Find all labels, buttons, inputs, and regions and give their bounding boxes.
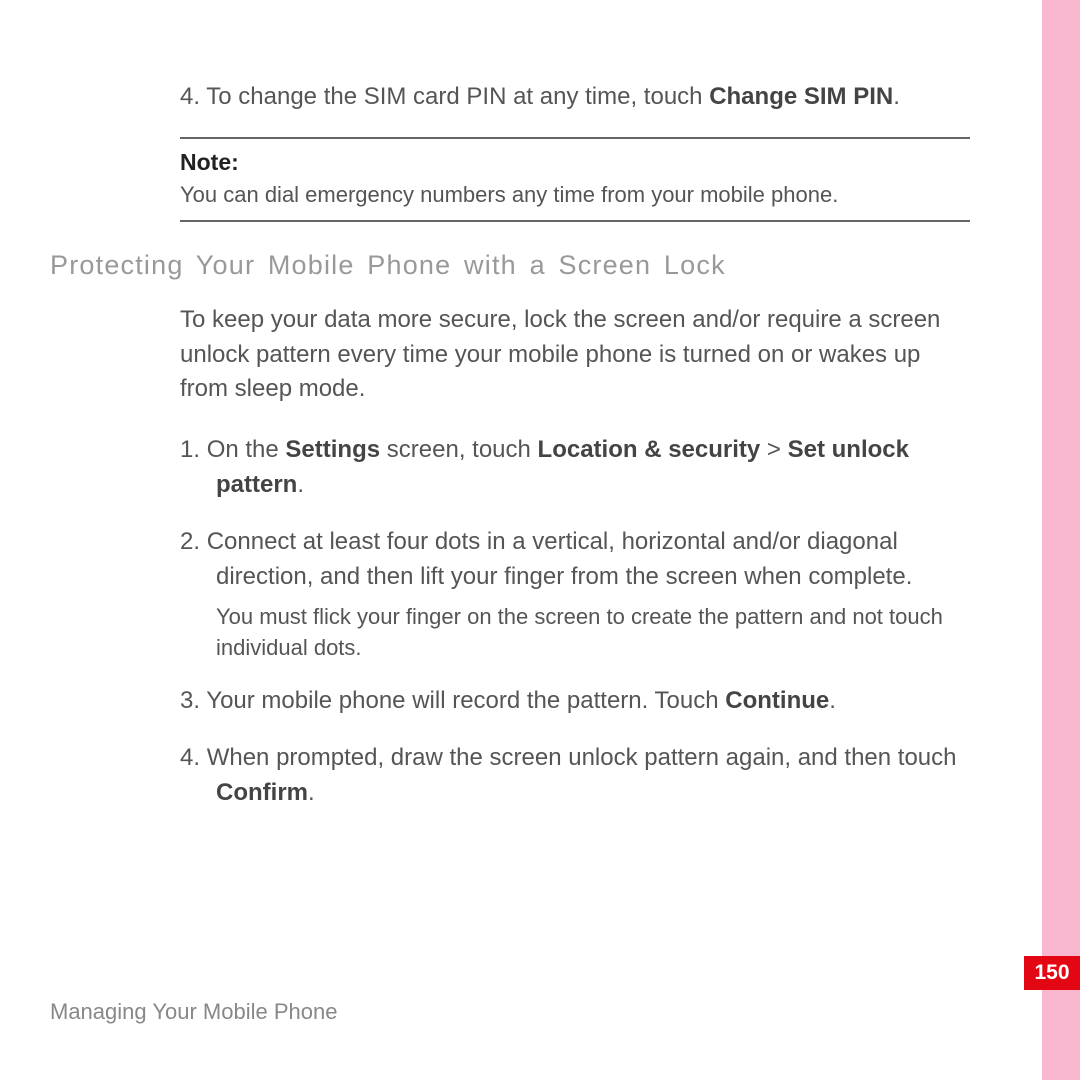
step-number: 2.	[180, 528, 207, 555]
section-content: To keep your data more secure, lock the …	[180, 303, 970, 811]
section-heading: Protecting Your Mobile Phone with a Scre…	[50, 250, 980, 281]
s1-mid2: >	[760, 436, 787, 463]
step-number: 3.	[180, 687, 206, 714]
s2-text: Connect at least four dots in a vertical…	[207, 528, 913, 590]
step-4: 4. When prompted, draw the screen unlock…	[180, 741, 970, 811]
s1-pre: On the	[207, 436, 286, 463]
s3-post: .	[829, 687, 836, 714]
step-2: 2. Connect at least four dots in a verti…	[180, 525, 970, 595]
note-text: You can dial emergency numbers any time …	[180, 182, 970, 208]
content-area: 4. To change the SIM card PIN at any tim…	[180, 80, 970, 222]
page-number-tab: 150	[1024, 956, 1080, 990]
s4-pre: When prompted, draw the screen unlock pa…	[207, 744, 957, 771]
step-3: 3. Your mobile phone will record the pat…	[180, 684, 970, 719]
step-number: 4.	[180, 744, 207, 771]
bold-location-security: Location & security	[538, 436, 761, 463]
s1-mid1: screen, touch	[380, 436, 537, 463]
bold-continue: Continue	[725, 687, 829, 714]
step-number: 4.	[180, 83, 206, 110]
note-label: Note:	[180, 149, 970, 176]
footer-chapter-title: Managing Your Mobile Phone	[50, 999, 337, 1025]
note-box: Note: You can dial emergency numbers any…	[180, 137, 970, 222]
step-2-subnote: You must flick your finger on the screen…	[180, 602, 970, 664]
prev-step-4: 4. To change the SIM card PIN at any tim…	[180, 80, 970, 115]
s3-pre: Your mobile phone will record the patter…	[206, 687, 725, 714]
s4-post: .	[308, 779, 315, 806]
step-text-pre: To change the SIM card PIN at any time, …	[206, 83, 709, 110]
document-page: 150 4. To change the SIM card PIN at any…	[0, 0, 1080, 1080]
intro-paragraph: To keep your data more secure, lock the …	[180, 303, 970, 407]
step-1: 1. On the Settings screen, touch Locatio…	[180, 433, 970, 503]
bold-confirm: Confirm	[216, 779, 308, 806]
bold-settings: Settings	[285, 436, 380, 463]
side-stripe	[1042, 0, 1080, 1080]
s1-post: .	[297, 471, 304, 498]
step-number: 1.	[180, 436, 207, 463]
bold-change-sim-pin: Change SIM PIN	[709, 83, 893, 110]
page-number: 150	[1034, 961, 1069, 985]
step-text-post: .	[893, 83, 900, 110]
step-2-group: 2. Connect at least four dots in a verti…	[180, 525, 970, 664]
